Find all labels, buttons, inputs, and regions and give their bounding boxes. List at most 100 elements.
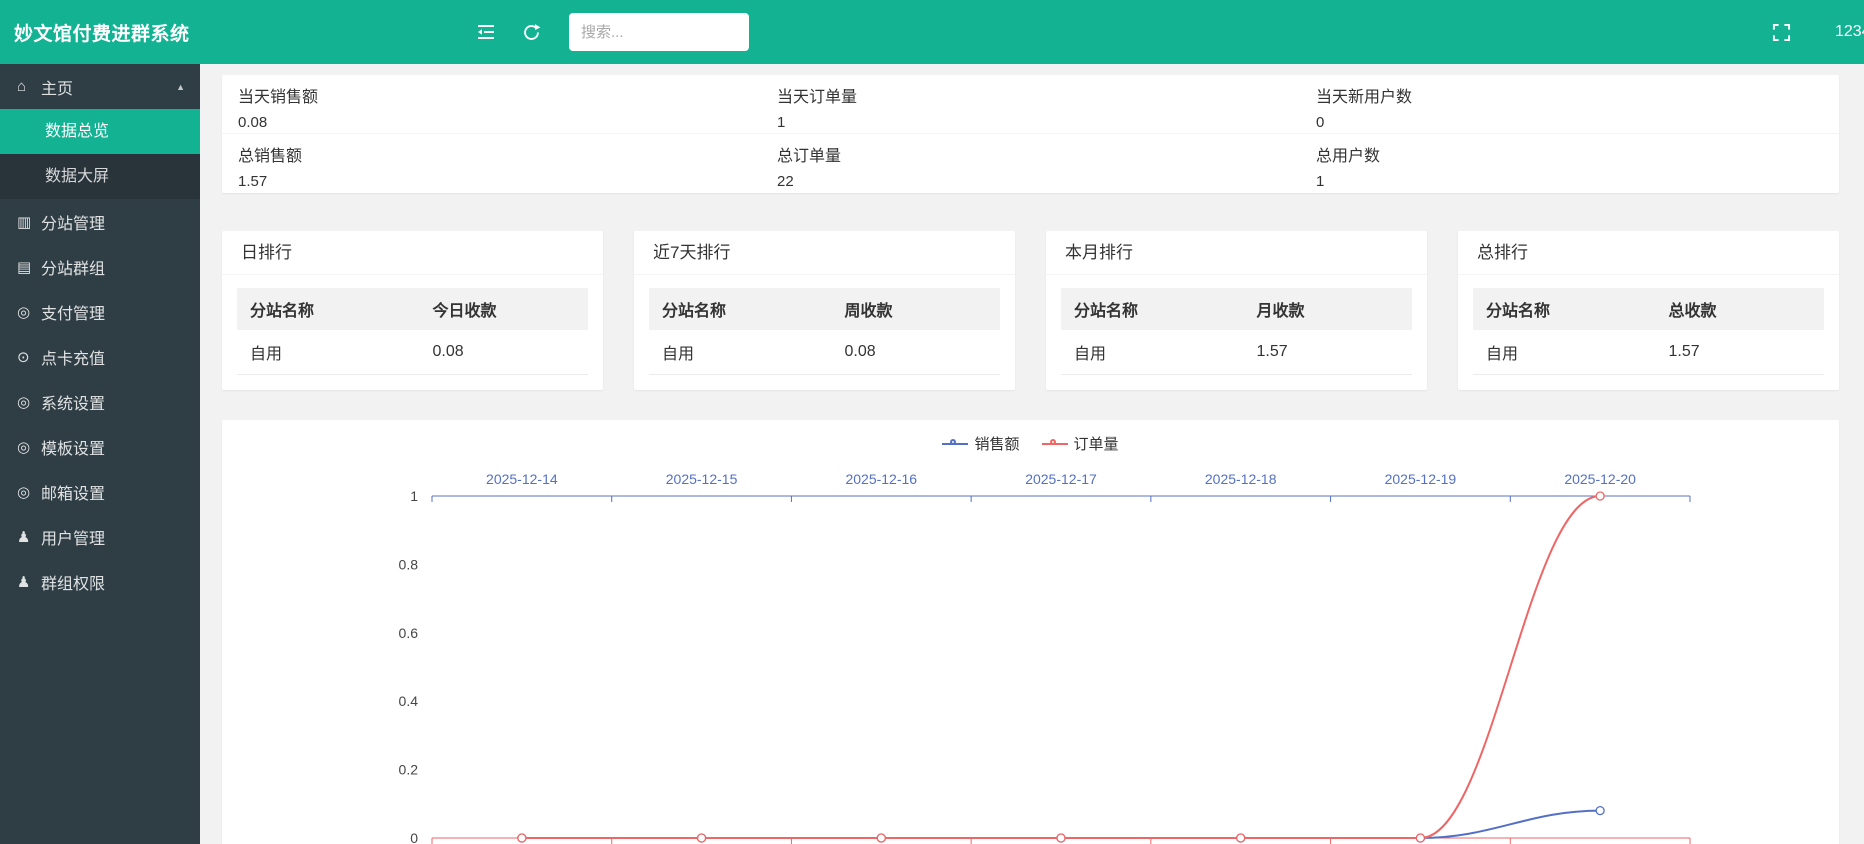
table-row: 自用 0.08 <box>237 330 588 375</box>
table-row: 自用 0.08 <box>649 330 1000 375</box>
fullscreen-icon[interactable] <box>1772 23 1791 42</box>
cell-site-name: 自用 <box>1061 330 1244 375</box>
payment-icon: ◎ <box>17 303 41 321</box>
hamburger-icon <box>476 23 496 41</box>
chart-legend: 销售额 订单量 <box>222 433 1839 454</box>
rank-card-daily: 日排行 分站名称 今日收款 自用 0.08 <box>222 231 603 390</box>
legend-label: 销售额 <box>974 433 1019 454</box>
main-content: 当天销售额 0.08 当天订单量 1 当天新用户数 0 总销售额 1.57 总订… <box>200 64 1864 844</box>
sidebar-item-home[interactable]: ⌂ 主页 ▲ <box>0 64 200 109</box>
top-bar: 妙文馆付费进群系统 12345 <box>0 0 1864 64</box>
template-icon: ◎ <box>17 438 41 456</box>
card-title: 日排行 <box>222 231 603 275</box>
refresh-icon[interactable] <box>522 23 541 42</box>
table-row: 自用 1.57 <box>1473 330 1824 375</box>
stat-total-sales: 总销售额 1.57 <box>222 134 761 193</box>
rank-table: 分站名称 周收款 自用 0.08 <box>649 288 1000 375</box>
column-header: 总收款 <box>1656 288 1824 330</box>
sidebar-item-substation-groups[interactable]: ▤ 分站群组 <box>0 244 200 289</box>
rank-card-total: 总排行 分站名称 总收款 自用 1.57 <box>1458 231 1839 390</box>
cell-site-name: 自用 <box>649 330 832 375</box>
chevron-up-icon: ▲ <box>176 82 185 92</box>
svg-text:1: 1 <box>410 488 418 504</box>
legend-label: 订单量 <box>1074 433 1119 454</box>
rank-card-month: 本月排行 分站名称 月收款 自用 1.57 <box>1046 231 1427 390</box>
stat-label: 总用户数 <box>1316 142 1839 166</box>
sidebar-item-mail-settings[interactable]: ◎ 邮箱设置 <box>0 469 200 514</box>
sidebar-item-data-overview[interactable]: 数据总览 <box>0 109 200 154</box>
collapse-menu-icon[interactable] <box>476 23 496 41</box>
stat-value: 1 <box>1316 173 1839 190</box>
sidebar-item-card-recharge[interactable]: ⊙ 点卡充值 <box>0 334 200 379</box>
svg-text:2025-12-16: 2025-12-16 <box>845 471 917 487</box>
stat-value: 0.08 <box>238 114 761 131</box>
stats-row-today: 当天销售额 0.08 当天订单量 1 当天新用户数 0 <box>222 75 1839 134</box>
card-title: 总排行 <box>1458 231 1839 275</box>
search-input[interactable] <box>569 13 749 51</box>
svg-text:2025-12-14: 2025-12-14 <box>486 471 558 487</box>
stat-daily-new-users: 当天新用户数 0 <box>1300 75 1839 133</box>
sidebar-item-label: 点卡充值 <box>41 345 105 369</box>
cell-amount: 1.57 <box>1244 330 1412 375</box>
topbar-right: 12345 <box>1772 0 1864 64</box>
users-icon: ♟ <box>17 573 41 591</box>
rank-cards-row: 日排行 分站名称 今日收款 自用 0.08 近7天排行 <box>222 231 1839 390</box>
sidebar-item-substation-management[interactable]: ▥ 分站管理 <box>0 199 200 244</box>
sidebar-item-label: 分站群组 <box>41 255 105 279</box>
table-row: 自用 1.57 <box>1061 330 1412 375</box>
stat-label: 当天新用户数 <box>1316 83 1839 107</box>
cell-site-name: 自用 <box>237 330 420 375</box>
stat-daily-orders: 当天订单量 1 <box>761 75 1300 133</box>
stat-value: 1.57 <box>238 173 761 190</box>
stat-label: 当天销售额 <box>238 83 761 107</box>
column-header: 分站名称 <box>649 288 832 330</box>
column-header: 分站名称 <box>1473 288 1656 330</box>
sidebar-item-label: 系统设置 <box>41 390 105 414</box>
username[interactable]: 12345 <box>1835 23 1864 41</box>
column-header: 周收款 <box>832 288 1000 330</box>
line-chart: 2025-12-142025-12-142025-12-152025-12-15… <box>222 460 1839 844</box>
rank-table: 分站名称 总收款 自用 1.57 <box>1473 288 1824 375</box>
stat-total-users: 总用户数 1 <box>1300 134 1839 193</box>
legend-item-sales[interactable]: 销售额 <box>942 433 1019 454</box>
chart-card: 销售额 订单量 2025-12-142025-12-142025-12-1520… <box>222 420 1839 844</box>
user-icon: ♟ <box>17 528 41 546</box>
sidebar-item-template-settings[interactable]: ◎ 模板设置 <box>0 424 200 469</box>
sidebar-item-user-management[interactable]: ♟ 用户管理 <box>0 514 200 559</box>
cell-amount: 1.57 <box>1656 330 1824 375</box>
line-marker-icon <box>1042 438 1068 450</box>
column-header: 分站名称 <box>1061 288 1244 330</box>
stat-daily-sales: 当天销售额 0.08 <box>222 75 761 133</box>
svg-text:0.4: 0.4 <box>399 693 419 709</box>
cell-amount: 0.08 <box>420 330 588 375</box>
column-header: 月收款 <box>1244 288 1412 330</box>
stats-row-total: 总销售额 1.57 总订单量 22 总用户数 1 <box>222 134 1839 193</box>
sidebar-item-payment[interactable]: ◎ 支付管理 <box>0 289 200 334</box>
card-title: 近7天排行 <box>634 231 1015 275</box>
sidebar: ⌂ 主页 ▲ 数据总览 数据大屏 ▥ 分站管理 ▤ 分站群组 ◎ 支付管理 ⊙ … <box>0 64 200 844</box>
sidebar-item-data-screen[interactable]: 数据大屏 <box>0 154 200 199</box>
sidebar-item-label: 群组权限 <box>41 570 105 594</box>
mail-icon: ◎ <box>17 483 41 501</box>
recharge-icon: ⊙ <box>17 348 41 366</box>
line-marker-icon <box>942 438 968 450</box>
column-header: 今日收款 <box>420 288 588 330</box>
substation-icon: ▥ <box>17 213 41 231</box>
sidebar-item-group-permissions[interactable]: ♟ 群组权限 <box>0 559 200 604</box>
stat-label: 总订单量 <box>777 142 1300 166</box>
rank-card-7days: 近7天排行 分站名称 周收款 自用 0.08 <box>634 231 1015 390</box>
home-submenu: 数据总览 数据大屏 <box>0 109 200 199</box>
stat-label: 当天订单量 <box>777 83 1300 107</box>
sidebar-item-label: 用户管理 <box>41 525 105 549</box>
svg-text:0.6: 0.6 <box>399 625 419 641</box>
svg-text:2025-12-20: 2025-12-20 <box>1564 471 1636 487</box>
sidebar-item-label: 主页 <box>41 75 73 99</box>
column-header: 分站名称 <box>237 288 420 330</box>
legend-item-orders[interactable]: 订单量 <box>1042 433 1119 454</box>
svg-text:2025-12-19: 2025-12-19 <box>1385 471 1457 487</box>
cell-amount: 0.08 <box>832 330 1000 375</box>
svg-text:2025-12-18: 2025-12-18 <box>1205 471 1277 487</box>
sidebar-item-system-settings[interactable]: ◎ 系统设置 <box>0 379 200 424</box>
sidebar-item-label: 邮箱设置 <box>41 480 105 504</box>
app-title: 妙文馆付费进群系统 <box>0 19 200 46</box>
